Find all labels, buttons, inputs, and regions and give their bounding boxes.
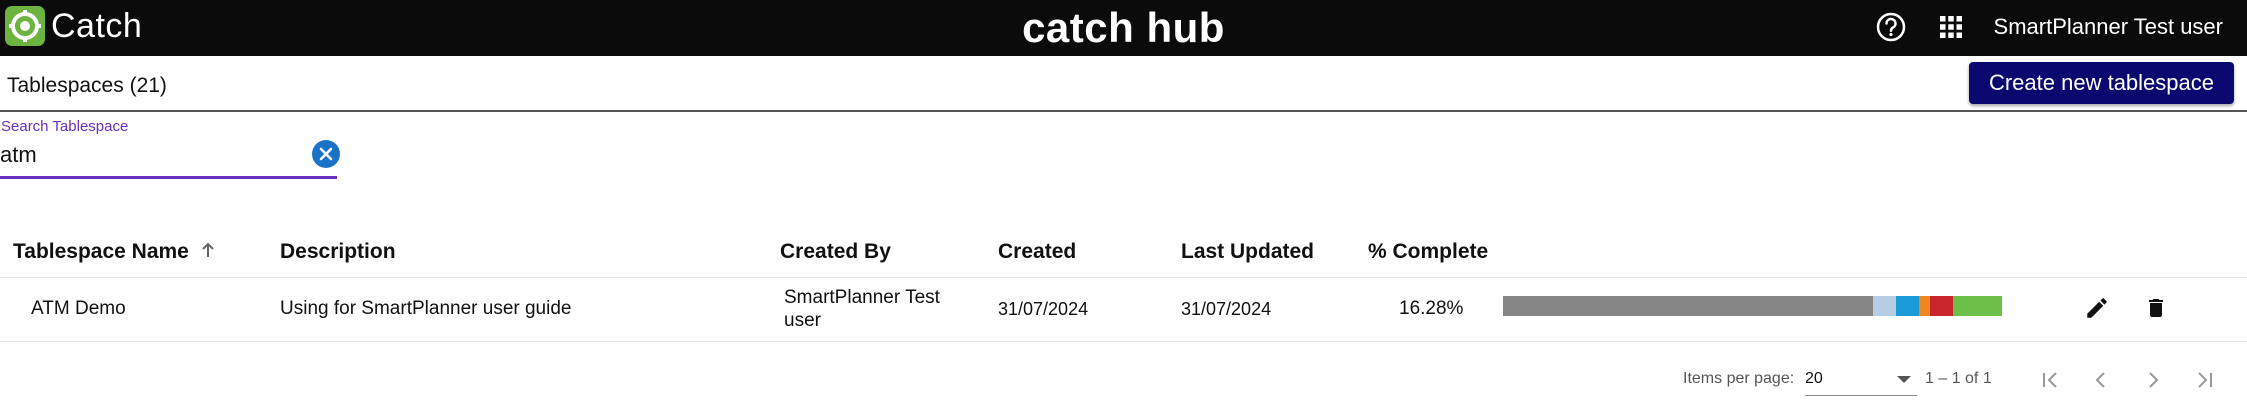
previous-page-icon[interactable] — [2083, 362, 2119, 398]
column-header-created[interactable]: Created — [998, 240, 1076, 264]
progress-segment-complete — [1953, 296, 2002, 316]
brand-name: Catch — [51, 6, 143, 45]
cell-last-updated: 31/07/2024 — [1181, 299, 1272, 319]
dropdown-caret-icon — [1897, 376, 1911, 383]
progress-segment-planned — [1872, 296, 1896, 316]
progress-bar — [1503, 296, 2002, 316]
catch-logo-icon — [5, 6, 45, 46]
column-header-name[interactable]: Tablespace Name — [13, 240, 215, 264]
next-page-icon[interactable] — [2135, 362, 2171, 398]
last-page-icon[interactable] — [2187, 362, 2223, 398]
paginator: Items per page: 20 1 – 1 of 1 — [0, 356, 2247, 406]
progress-segment-in-progress — [1895, 296, 1919, 316]
create-tablespace-button[interactable]: Create new tablespace — [1968, 62, 2234, 104]
cell-created-by: SmartPlanner Test user — [784, 287, 940, 331]
table-header: Tablespace Name Description Created By C… — [0, 222, 2247, 278]
search-underline — [0, 176, 337, 179]
progress-segment-warning — [1918, 296, 1931, 316]
items-per-page-value: 20 — [1805, 370, 1823, 387]
top-app-bar: Catch catch hub SmartPlanner Test user — [0, 0, 2247, 56]
items-per-page-label: Items per page: — [1683, 370, 1795, 387]
page-header: Tablespaces (21) Create new tablespace — [0, 56, 2247, 112]
page-range-label: 1 – 1 of 1 — [1925, 370, 1992, 387]
search-label: Search Tablespace — [1, 118, 129, 135]
user-menu[interactable]: SmartPlanner Test user — [1994, 14, 2223, 40]
sort-arrow-up-icon — [201, 240, 215, 264]
cell-percent-complete: 16.28% — [1399, 298, 1464, 319]
cell-name: ATM Demo — [31, 298, 126, 319]
delete-icon[interactable] — [2140, 292, 2172, 324]
items-per-page-select[interactable]: 20 — [1805, 364, 1917, 396]
table-row[interactable]: ATM Demo Using for SmartPlanner user gui… — [0, 278, 2247, 342]
page-title: Tablespaces (21) — [7, 74, 167, 97]
apps-grid-icon[interactable] — [1934, 10, 1968, 44]
progress-segment-blocked — [1930, 296, 1954, 316]
column-header-last-updated[interactable]: Last Updated — [1181, 240, 1314, 264]
first-page-icon[interactable] — [2032, 362, 2068, 398]
column-header-created-by[interactable]: Created By — [780, 240, 891, 264]
progress-segment-not-started — [1503, 296, 1873, 316]
column-header-percent-complete[interactable]: % Complete — [1368, 240, 1488, 264]
edit-icon[interactable] — [2081, 292, 2113, 324]
search-input[interactable] — [0, 138, 300, 172]
clear-icon[interactable] — [312, 140, 340, 168]
search-field: Search Tablespace — [0, 116, 340, 180]
brand[interactable]: Catch — [5, 6, 142, 46]
help-icon[interactable] — [1874, 10, 1908, 44]
column-header-description[interactable]: Description — [280, 240, 396, 264]
cell-created: 31/07/2024 — [998, 299, 1089, 319]
cell-description: Using for SmartPlanner user guide — [280, 298, 572, 319]
